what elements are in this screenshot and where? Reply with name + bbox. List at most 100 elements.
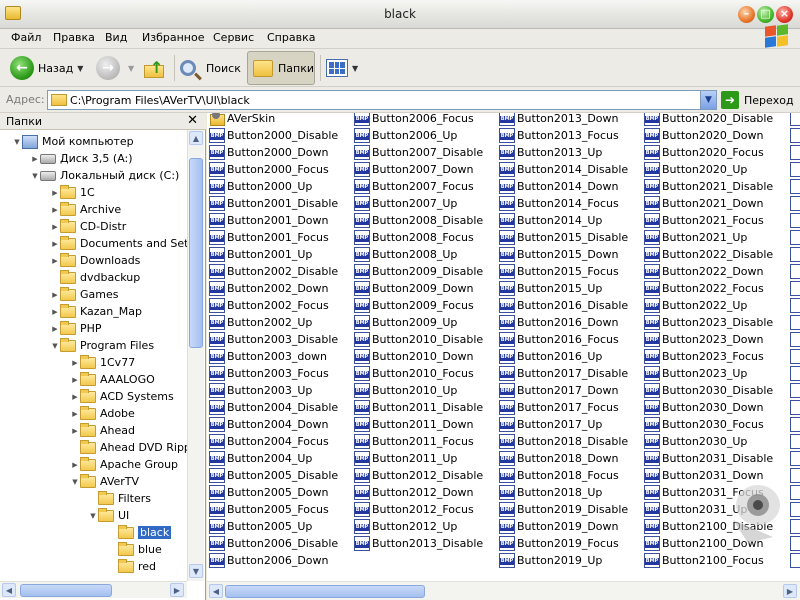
file-item[interactable]: BMP Button2021_Up	[644, 229, 747, 246]
chevron-down-icon[interactable]: ▼	[77, 64, 83, 73]
file-item[interactable]: BMP Button2021_Focus	[644, 212, 764, 229]
menu-edit[interactable]: Правка	[53, 31, 95, 44]
tree-node[interactable]: ▶ ACD Systems	[70, 388, 174, 405]
file-item[interactable]: BMP Button2001_Focus	[209, 229, 329, 246]
file-item[interactable]: BMP Button2019_Down	[499, 518, 619, 535]
tree-node[interactable]: dvdbackup	[50, 269, 140, 286]
tree-node[interactable]: black	[108, 524, 172, 541]
title-bar[interactable]: black – □ ×	[0, 0, 800, 29]
scrollbar-thumb[interactable]	[189, 158, 203, 348]
file-item[interactable]: BMP Button2030_Down	[644, 399, 764, 416]
tree-node[interactable]: Ahead DVD Ripper	[70, 439, 202, 456]
file-item[interactable]: BMP Button2021_Disable	[644, 178, 773, 195]
file-item[interactable]: BMP Button2016_Up	[499, 348, 602, 365]
file-item[interactable]: BMP Button2023_Down	[644, 331, 764, 348]
file-item[interactable]: BMP Button2010_Down	[354, 348, 474, 365]
close-icon[interactable]: ✕	[187, 113, 198, 128]
expand-arrow-icon[interactable]: ▶	[50, 189, 60, 197]
address-dropdown-button[interactable]: ▼	[700, 91, 716, 109]
scrollbar-thumb[interactable]	[20, 584, 112, 597]
collapse-arrow-icon[interactable]: ▼	[70, 478, 80, 486]
file-item[interactable]: BMP Button2008_Focus	[354, 229, 474, 246]
file-item[interactable]: BMP Button2022_Disable	[644, 246, 773, 263]
expand-arrow-icon[interactable]: ▶	[50, 223, 60, 231]
file-item[interactable]: BMP Button2014_Up	[499, 212, 602, 229]
file-item[interactable]: BMP Button2003_Focus	[209, 365, 329, 382]
file-item[interactable]: BMP Button2100_Focus	[644, 552, 764, 569]
collapse-arrow-icon[interactable]: ▼	[12, 138, 22, 146]
file-item[interactable]: BMP Button2000_Focus	[209, 161, 329, 178]
file-item[interactable]: BMP Button2022_Down	[644, 263, 764, 280]
tree-node[interactable]: ▶ Archive	[50, 201, 121, 218]
scrollbar-thumb[interactable]	[225, 585, 425, 598]
file-item[interactable]: BMP Button2020_Down	[644, 127, 764, 144]
file-item[interactable]: BMP Button2013_Focus	[499, 127, 619, 144]
file-item[interactable]: BMP Button2031_Disable	[644, 450, 773, 467]
file-item[interactable]: BMP Button2004_Disable	[209, 399, 338, 416]
file-item[interactable]: BMP Button2014_Down	[499, 178, 619, 195]
file-item[interactable]: BMP Button2023_Disable	[644, 314, 773, 331]
file-item[interactable]: BMP Button2018_Focus	[499, 467, 619, 484]
file-item[interactable]: BMP Button2011_Down	[354, 416, 474, 433]
expand-arrow-icon[interactable]: ▶	[30, 155, 40, 163]
file-item[interactable]: BMP Button2007_Up	[354, 195, 457, 212]
expand-arrow-icon[interactable]: ▶	[50, 325, 60, 333]
file-item[interactable]: BMP Button2019_Disable	[499, 501, 628, 518]
views-button[interactable]: ▼	[326, 51, 358, 85]
file-item[interactable]: BMP Button2000_Up	[209, 178, 312, 195]
file-item[interactable]: BMP Button2016_Focus	[499, 331, 619, 348]
file-item[interactable]: BMP Button2019_Focus	[499, 535, 619, 552]
file-item[interactable]: BMP Button2031_Up	[644, 501, 747, 518]
file-item[interactable]: BMP Button2011_Focus	[354, 433, 474, 450]
file-item[interactable]: BMP Button2015_Up	[499, 280, 602, 297]
tree-horizontal-scrollbar[interactable]: ◀ ▶	[0, 581, 187, 598]
file-item[interactable]: BMP Button2012_Focus	[354, 501, 474, 518]
file-item[interactable]: BMP Button2031_Focus	[644, 484, 764, 501]
file-item[interactable]: BMP Button2005_Disable	[209, 467, 338, 484]
file-item[interactable]: BMP Button2013_Up	[499, 144, 602, 161]
collapse-arrow-icon[interactable]: ▼	[30, 172, 40, 180]
file-item[interactable]: BMP Button2006_Focus	[354, 113, 474, 127]
expand-arrow-icon[interactable]: ▶	[50, 308, 60, 316]
chevron-down-icon[interactable]: ▼	[128, 64, 134, 73]
file-item[interactable]: BMP Button2000_Down	[209, 144, 329, 161]
file-item[interactable]: BMP Button2006_Up	[354, 127, 457, 144]
tree-node[interactable]: Filters	[88, 490, 151, 507]
tree-node[interactable]: ▶ PHP	[50, 320, 102, 337]
expand-arrow-icon[interactable]: ▶	[50, 257, 60, 265]
file-item[interactable]: BMP Button2005_Down	[209, 484, 329, 501]
scroll-up-arrow-icon[interactable]: ▲	[189, 131, 203, 145]
scroll-right-arrow-icon[interactable]: ▶	[170, 583, 184, 597]
file-item[interactable]: BMP Button2018_Down	[499, 450, 619, 467]
file-item[interactable]: BMP Button2020_Focus	[644, 144, 764, 161]
file-item[interactable]: BMP Button2004_Down	[209, 416, 329, 433]
go-button[interactable]: ➜ Переход	[721, 90, 794, 110]
tree-node[interactable]: ▶ AAALOGO	[70, 371, 155, 388]
file-item[interactable]: BMP Button2004_Up	[209, 450, 312, 467]
expand-arrow-icon[interactable]: ▶	[70, 461, 80, 469]
expand-arrow-icon[interactable]: ▶	[50, 206, 60, 214]
file-item[interactable]: BMP Button2021_Down	[644, 195, 764, 212]
tree-node[interactable]: ▶ Kazan_Map	[50, 303, 142, 320]
tree-node[interactable]: ▼ Мой компьютер	[12, 133, 134, 150]
file-item[interactable]: BMP Button2003_Disable	[209, 331, 338, 348]
collapse-arrow-icon[interactable]: ▼	[50, 342, 60, 350]
tree-node[interactable]: red	[108, 558, 156, 575]
tree-node[interactable]: ▶ Диск 3,5 (A:)	[30, 150, 132, 167]
file-item[interactable]: BMP Button2001_Down	[209, 212, 329, 229]
file-item[interactable]: BMP Button2017_Up	[499, 416, 602, 433]
tree-node[interactable]: ▶ Adobe	[70, 405, 135, 422]
scroll-right-arrow-icon[interactable]: ▶	[783, 584, 797, 598]
chevron-down-icon[interactable]: ▼	[352, 64, 358, 73]
tree-node[interactable]: blue	[108, 541, 162, 558]
back-button[interactable]: ← Назад ▼	[10, 51, 83, 85]
menu-help[interactable]: Справка	[267, 31, 315, 44]
file-item[interactable]: BMP Button2008_Disable	[354, 212, 483, 229]
tree-node[interactable]: ▶ Apache Group	[70, 456, 178, 473]
file-item[interactable]: BMP Button2003_down	[209, 348, 327, 365]
file-item[interactable]: BMP Button2007_Down	[354, 161, 474, 178]
file-item[interactable]: BMP Button2010_Focus	[354, 365, 474, 382]
file-item[interactable]: BMP Button2001_Disable	[209, 195, 338, 212]
expand-arrow-icon[interactable]: ▶	[70, 376, 80, 384]
tree-node[interactable]: ▶ 1Cv77	[70, 354, 135, 371]
